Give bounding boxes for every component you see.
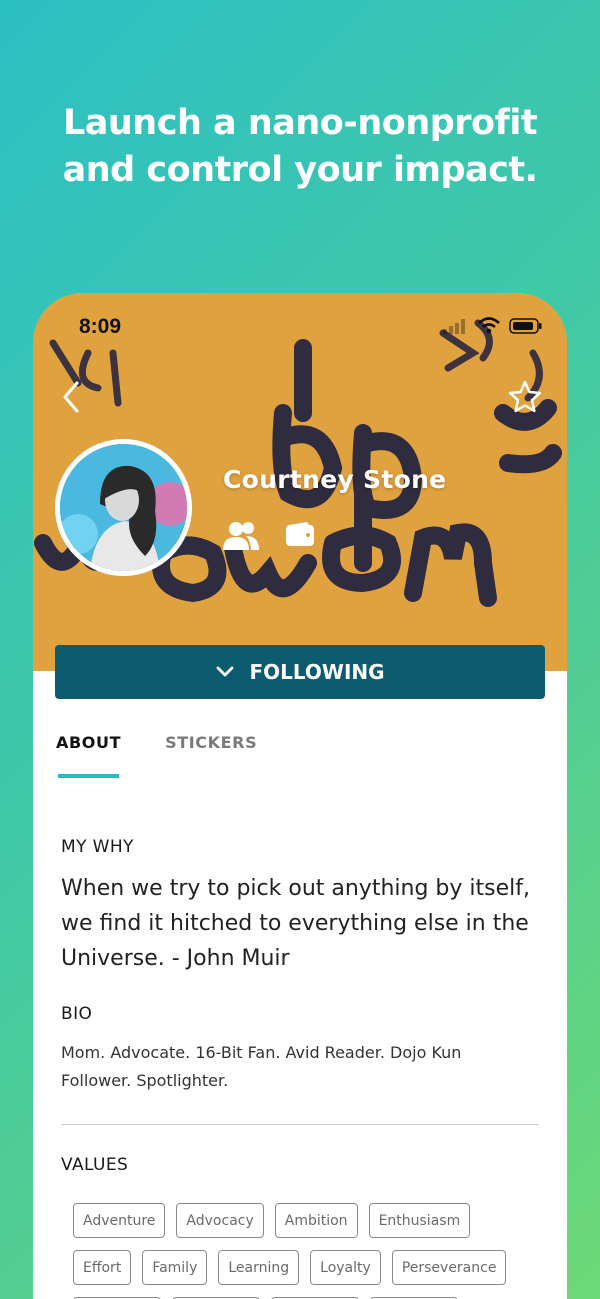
community-button[interactable]	[223, 521, 259, 556]
favorite-button[interactable]	[507, 379, 543, 415]
wallet-button[interactable]	[285, 521, 315, 556]
values-heading: VALUES	[61, 1155, 129, 1175]
section-divider	[61, 1124, 539, 1125]
values-row: Effort Family Learning Loyalty Persevera…	[73, 1250, 533, 1285]
value-chip[interactable]: Ambition	[274, 1203, 358, 1238]
value-chip[interactable]: Family	[142, 1250, 208, 1285]
chevron-left-icon	[63, 381, 79, 413]
my-why-text: When we try to pick out anything by itse…	[61, 876, 530, 971]
tab-stickers[interactable]: STICKERS	[165, 733, 257, 752]
value-chip[interactable]: Advocacy	[176, 1203, 264, 1238]
following-button[interactable]: FOLLOWING	[55, 645, 545, 699]
back-button[interactable]	[57, 377, 87, 417]
avatar-photo	[60, 444, 187, 571]
profile-tabs: ABOUT STICKERS	[56, 733, 257, 752]
battery-icon	[509, 317, 542, 334]
tab-about[interactable]: ABOUT	[56, 733, 121, 752]
status-icons	[443, 317, 543, 334]
chevron-down-icon	[217, 666, 234, 677]
value-chip[interactable]: Enthusiasm	[368, 1203, 471, 1238]
value-chip[interactable]: Perseverance	[391, 1250, 507, 1285]
values-row: Adventure Advocacy Ambition Enthusiasm	[73, 1203, 533, 1238]
profile-actions	[223, 521, 315, 556]
bio-heading: BIO	[61, 1004, 93, 1024]
cover-photo: 8:09 Courtney Stone	[33, 293, 567, 671]
value-chip[interactable]: Adventure	[73, 1203, 166, 1238]
profile-name: Courtney Stone	[223, 465, 447, 494]
wifi-icon	[478, 317, 500, 334]
value-chip[interactable]: Learning	[218, 1250, 300, 1285]
bio-text: Mom. Advocate. 16-Bit Fan. Avid Reader. …	[61, 1043, 462, 1090]
star-icon	[508, 380, 542, 413]
active-tab-indicator	[58, 774, 119, 778]
following-label: FOLLOWING	[249, 660, 385, 684]
headline-line-1: Launch a nano-nonprofit	[62, 103, 538, 143]
values-list: Adventure Advocacy Ambition Enthusiasm E…	[73, 1203, 533, 1299]
phone-screen: 8:09 Courtney Stone FOLLOWING ABOUT STIC…	[33, 293, 567, 1299]
cellular-signal-icon	[443, 318, 465, 334]
people-icon	[223, 522, 259, 550]
my-why-heading: MY WHY	[61, 837, 134, 857]
avatar	[55, 439, 192, 576]
value-chip[interactable]: Effort	[73, 1250, 132, 1285]
status-time: 8:09	[79, 315, 122, 338]
value-chip[interactable]: Loyalty	[310, 1250, 381, 1285]
marketing-headline: Launch a nano-nonprofit and control your…	[0, 100, 600, 194]
headline-line-2: and control your impact.	[62, 150, 538, 190]
wallet-icon	[286, 522, 314, 546]
